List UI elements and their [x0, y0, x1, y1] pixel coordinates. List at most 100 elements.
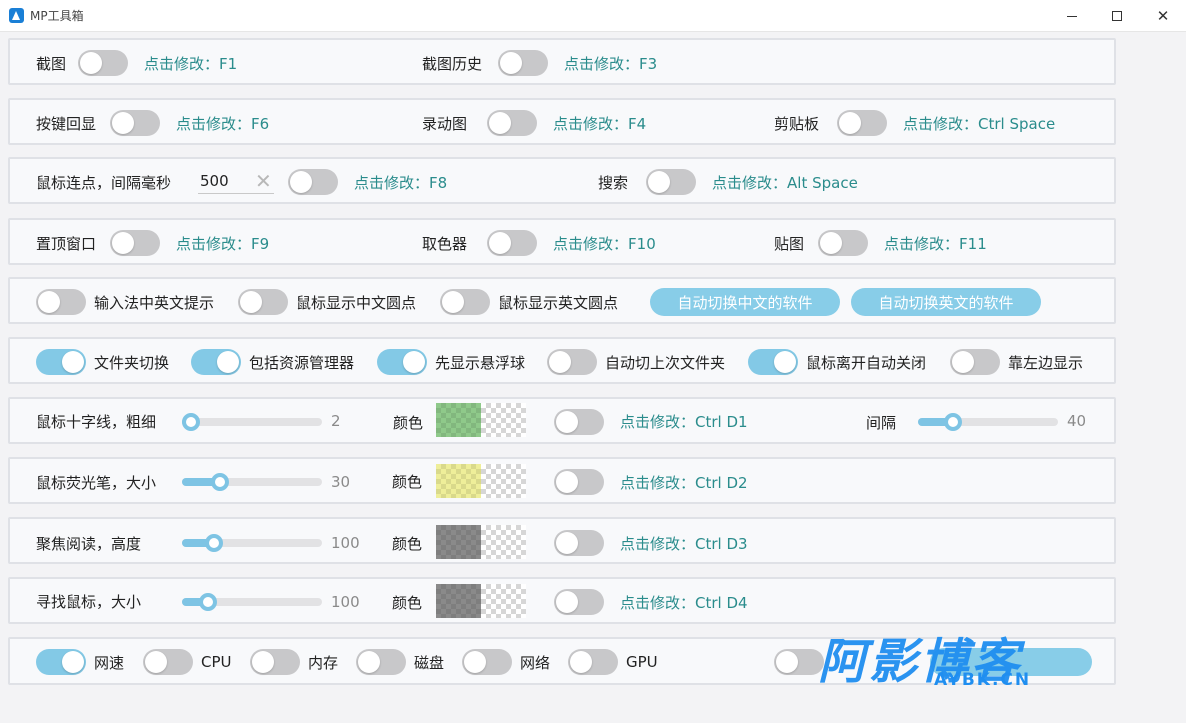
gif-record-label: 录动图 [422, 114, 468, 133]
crosshair-color-swatch[interactable] [436, 403, 526, 437]
maximize-button[interactable] [1094, 0, 1140, 32]
keyecho-hotkey-link[interactable]: 点击修改：F6 [176, 113, 269, 134]
pin-toggle[interactable] [818, 230, 869, 256]
row-autoclick: 鼠标连点，间隔毫秒 500 ✕ 点击修改：F8 搜索 点击修改：Alt Spac… [8, 157, 1116, 204]
en-dot-toggle[interactable] [440, 289, 490, 315]
disk-toggle[interactable] [356, 649, 406, 675]
last-folder-toggle[interactable] [547, 349, 597, 375]
find-mouse-toggle[interactable] [554, 589, 604, 615]
focus-read-hotkey-link[interactable]: 点击修改：Ctrl D3 [620, 533, 748, 554]
row-screenshot: 截图 点击修改：F1 截图历史 点击修改：F3 [8, 38, 1116, 85]
crosshair-width-slider[interactable] [182, 412, 322, 432]
search-toggle[interactable] [646, 169, 697, 195]
focus-read-height-slider[interactable] [182, 533, 322, 553]
find-mouse-color-label: 颜色 [392, 594, 423, 612]
find-mouse-size-slider[interactable] [182, 592, 322, 612]
crosshair-label: 鼠标十字线，粗细 [36, 413, 157, 431]
disk-label: 磁盘 [414, 653, 445, 672]
focus-read-height-value: 100 [331, 534, 360, 552]
topmost-label: 置顶窗口 [36, 234, 97, 253]
float-ball-toggle[interactable] [377, 349, 427, 375]
autoclick-hotkey-link[interactable]: 点击修改：F8 [354, 172, 447, 193]
find-mouse-color-swatch[interactable] [436, 584, 526, 618]
topmost-hotkey-link[interactable]: 点击修改：F9 [176, 233, 269, 254]
network-label: 网络 [520, 653, 551, 672]
screenshot-label: 截图 [36, 54, 67, 73]
ime-hint-label: 输入法中英文提示 [94, 293, 215, 312]
row-crosshair: 鼠标十字线，粗细 2 颜色 点击修改：Ctrl D1 间隔 40 [8, 397, 1116, 444]
screenshot-history-toggle[interactable] [498, 50, 549, 76]
net-speed-toggle[interactable] [36, 649, 86, 675]
color-picker-label: 取色器 [422, 234, 468, 253]
screenshot-history-label: 截图历史 [422, 54, 483, 73]
cn-dot-toggle[interactable] [238, 289, 288, 315]
minimize-icon [1067, 15, 1077, 17]
crosshair-hotkey-link[interactable]: 点击修改：Ctrl D1 [620, 411, 748, 432]
en-dot-label: 鼠标显示英文圆点 [498, 293, 619, 312]
keyecho-label: 按键回显 [36, 114, 97, 133]
auto-cn-apps-button[interactable]: 自动切换中文的软件 [650, 288, 840, 316]
row-topmost: 置顶窗口 点击修改：F9 取色器 点击修改：F10 贴图 点击修改：F11 [8, 218, 1116, 265]
highlighter-label: 鼠标荧光笔，大小 [36, 474, 157, 492]
gpu-toggle[interactable] [568, 649, 618, 675]
auto-close-toggle[interactable] [748, 349, 798, 375]
folder-switch-toggle[interactable] [36, 349, 86, 375]
net-speed-label: 网速 [94, 653, 125, 672]
memory-toggle[interactable] [250, 649, 300, 675]
app-logo-icon [9, 8, 24, 23]
memory-label: 内存 [308, 653, 339, 672]
highlighter-color-swatch[interactable] [436, 464, 526, 498]
row-folder: 文件夹切换 包括资源管理器 先显示悬浮球 自动切上次文件夹 鼠标离开自动关闭 靠… [8, 337, 1116, 384]
topmost-toggle[interactable] [110, 230, 161, 256]
row-highlighter: 鼠标荧光笔，大小 30 颜色 点击修改：Ctrl D2 [8, 457, 1116, 504]
focus-read-color-swatch[interactable] [436, 525, 526, 559]
clear-icon[interactable]: ✕ [255, 171, 272, 191]
crosshair-toggle[interactable] [554, 409, 604, 435]
gif-record-toggle[interactable] [487, 110, 538, 136]
explorer-toggle[interactable] [191, 349, 241, 375]
find-mouse-size-value: 100 [331, 593, 360, 611]
search-hotkey-link[interactable]: 点击修改：Alt Space [712, 172, 858, 193]
maximize-icon [1112, 11, 1122, 21]
crosshair-gap-label: 间隔 [866, 414, 897, 432]
crosshair-width-value: 2 [331, 412, 341, 430]
pin-label: 贴图 [774, 234, 805, 253]
autoclick-toggle[interactable] [288, 169, 338, 195]
cpu-toggle[interactable] [143, 649, 193, 675]
crosshair-gap-slider[interactable] [918, 412, 1058, 432]
highlighter-toggle[interactable] [554, 469, 604, 495]
left-edge-toggle[interactable] [950, 349, 1000, 375]
network-toggle[interactable] [462, 649, 512, 675]
screenshot-hotkey-link[interactable]: 点击修改：F1 [144, 53, 237, 74]
find-mouse-hotkey-link[interactable]: 点击修改：Ctrl D4 [620, 592, 748, 613]
close-button[interactable]: ✕ [1140, 0, 1186, 32]
auto-en-apps-button[interactable]: 自动切换英文的软件 [851, 288, 1041, 316]
highlighter-size-value: 30 [331, 473, 351, 491]
gif-record-hotkey-link[interactable]: 点击修改：F4 [553, 113, 646, 134]
highlighter-hotkey-link[interactable]: 点击修改：Ctrl D2 [620, 472, 748, 493]
ime-hint-toggle[interactable] [36, 289, 86, 315]
color-picker-toggle[interactable] [487, 230, 538, 256]
clipboard-label: 剪贴板 [774, 114, 820, 133]
color-picker-hotkey-link[interactable]: 点击修改：F10 [553, 233, 656, 254]
find-mouse-label: 寻找鼠标，大小 [36, 593, 142, 611]
focus-read-toggle[interactable] [554, 530, 604, 556]
clipboard-hotkey-link[interactable]: 点击修改：Ctrl Space [903, 113, 1055, 134]
highlighter-color-label: 颜色 [392, 473, 423, 491]
row-focus-read: 聚焦阅读，高度 100 颜色 点击修改：Ctrl D3 [8, 517, 1116, 564]
screenshot-toggle[interactable] [78, 50, 129, 76]
search-label: 搜索 [598, 173, 629, 192]
clipboard-toggle[interactable] [837, 110, 888, 136]
gpu-label: GPU [626, 653, 658, 671]
auto-close-label: 鼠标离开自动关闭 [806, 353, 927, 372]
last-folder-label: 自动切上次文件夹 [605, 353, 726, 372]
focus-read-label: 聚焦阅读，高度 [36, 535, 142, 553]
minimize-button[interactable] [1049, 0, 1095, 32]
keyecho-toggle[interactable] [110, 110, 161, 136]
upgrade-button[interactable] [930, 648, 1092, 676]
highlighter-size-slider[interactable] [182, 472, 322, 492]
autostart-toggle[interactable] [774, 649, 824, 675]
screenshot-history-hotkey-link[interactable]: 点击修改：F3 [564, 53, 657, 74]
pin-hotkey-link[interactable]: 点击修改：F11 [884, 233, 987, 254]
cn-dot-label: 鼠标显示中文圆点 [296, 293, 417, 312]
